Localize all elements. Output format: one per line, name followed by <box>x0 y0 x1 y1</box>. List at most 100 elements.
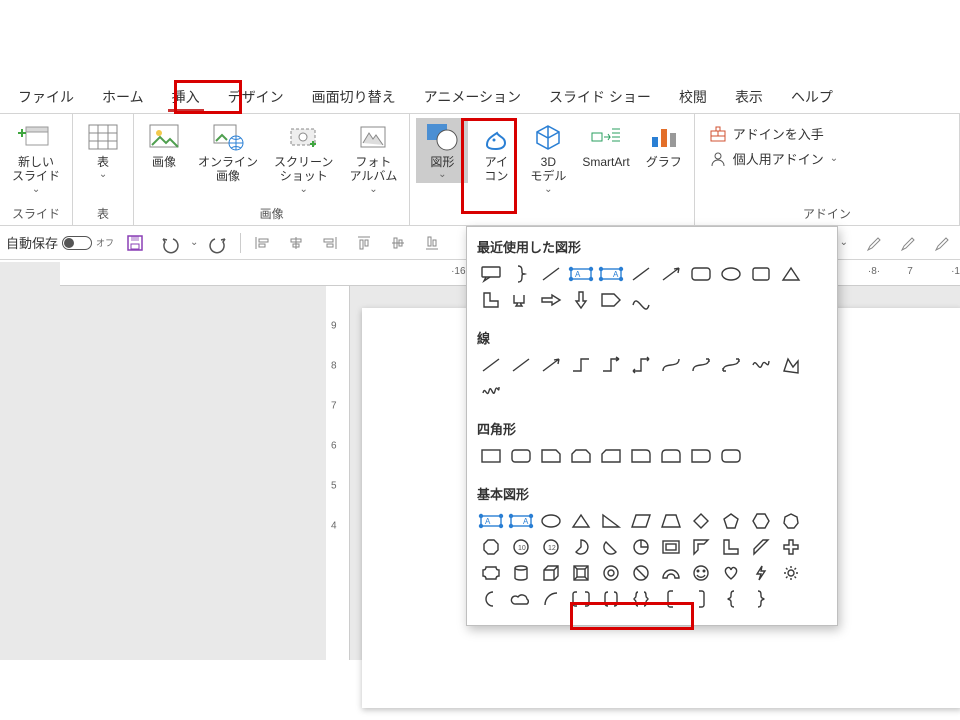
shape-freeform-curve[interactable] <box>747 353 775 377</box>
shape-sun[interactable] <box>777 561 805 585</box>
shape-no-symbol[interactable] <box>627 561 655 585</box>
shape-left-bracket[interactable] <box>657 587 685 611</box>
shape-left-brace[interactable] <box>717 587 745 611</box>
shape-plaque[interactable] <box>477 561 505 585</box>
shape-elbow[interactable] <box>567 353 595 377</box>
shape-chord[interactable] <box>597 535 625 559</box>
table-button[interactable]: 表 ⌄ <box>79 118 127 183</box>
shape-right-brace[interactable] <box>507 262 535 286</box>
shape-oval2[interactable] <box>537 509 565 533</box>
online-pictures-button[interactable]: オンライン 画像 <box>192 118 264 186</box>
shape-line-a[interactable] <box>477 353 505 377</box>
shape-rect7[interactable] <box>657 444 685 468</box>
shape-bevel[interactable] <box>567 561 595 585</box>
shape-textbox-h[interactable]: A <box>567 262 595 286</box>
shape-heptagon[interactable] <box>777 509 805 533</box>
shape-dodecagon[interactable]: 12 <box>537 535 565 559</box>
shape-callout[interactable] <box>477 262 505 286</box>
shape-moon[interactable] <box>477 587 505 611</box>
shape-line-arrow[interactable] <box>537 353 565 377</box>
align-left-button[interactable] <box>249 230 275 256</box>
shape-rect-small[interactable] <box>747 262 775 286</box>
shape-oval[interactable] <box>717 262 745 286</box>
shape-textbox-v2[interactable]: A <box>507 509 535 533</box>
shape-rect5[interactable] <box>597 444 625 468</box>
screenshot-button[interactable]: スクリーン ショット ⌄ <box>268 118 339 198</box>
tab-slideshow[interactable]: スライド ショー <box>535 81 665 113</box>
tab-file[interactable]: ファイル <box>4 81 88 113</box>
icons-button[interactable]: アイ コン <box>472 118 520 186</box>
shape-rect8[interactable] <box>687 444 715 468</box>
align-center-h-button[interactable] <box>283 230 309 256</box>
qat-overflow-icon[interactable]: ⌄ <box>840 237 848 248</box>
align-middle-v-button[interactable] <box>385 230 411 256</box>
shape-rect2[interactable] <box>507 444 535 468</box>
shape-rounded-rect[interactable] <box>687 262 715 286</box>
shape-can[interactable] <box>507 561 535 585</box>
chart-button[interactable]: グラフ <box>640 118 688 171</box>
shape-half-frame[interactable] <box>687 535 715 559</box>
shape-trapezoid[interactable] <box>657 509 685 533</box>
shape-right-bracket[interactable] <box>687 587 715 611</box>
redo-button[interactable] <box>206 230 232 256</box>
shape-pentagon[interactable] <box>717 509 745 533</box>
shape-double-brace[interactable] <box>627 587 655 611</box>
shape-rect9[interactable] <box>717 444 745 468</box>
tab-help[interactable]: ヘルプ <box>777 81 847 113</box>
shape-lightning[interactable] <box>747 561 775 585</box>
shape-frame[interactable] <box>657 535 685 559</box>
shape-donut[interactable] <box>597 561 625 585</box>
shape-block-arc[interactable] <box>657 561 685 585</box>
shapes-button[interactable]: 図形 ⌄ <box>416 118 468 183</box>
new-slide-button[interactable]: 新しい スライド ⌄ <box>6 118 66 198</box>
shape-triangle2[interactable] <box>567 509 595 533</box>
pictures-button[interactable]: 画像 <box>140 118 188 171</box>
shape-rect4[interactable] <box>567 444 595 468</box>
smartart-button[interactable]: SmartArt <box>576 118 635 171</box>
shape-curve-double[interactable] <box>717 353 745 377</box>
tab-view[interactable]: 表示 <box>721 81 777 113</box>
undo-dropdown-icon[interactable]: ⌄ <box>190 237 198 248</box>
shape-cloud[interactable] <box>507 587 535 611</box>
photo-album-button[interactable]: フォト アルバム ⌄ <box>343 118 403 198</box>
shape-rect1[interactable] <box>477 444 505 468</box>
shape-right-arrow[interactable] <box>537 288 565 312</box>
get-addins-button[interactable]: アドインを入手 <box>709 124 838 143</box>
shape-pie[interactable] <box>567 535 595 559</box>
my-addins-button[interactable]: 個人用アドイン ⌄ <box>709 149 838 168</box>
shape-diag-stripe[interactable] <box>747 535 775 559</box>
shape-parallelogram[interactable] <box>627 509 655 533</box>
tab-review[interactable]: 校閲 <box>665 81 721 113</box>
eyedropper-line-button[interactable] <box>894 230 920 256</box>
shape-right-brace2[interactable] <box>747 587 775 611</box>
undo-button[interactable] <box>156 230 182 256</box>
shape-decagon[interactable]: 10 <box>507 535 535 559</box>
shape-l-shape[interactable] <box>477 288 505 312</box>
shape-textbox-v[interactable]: A <box>597 262 625 286</box>
shape-rect6[interactable] <box>627 444 655 468</box>
shape-teardrop[interactable] <box>627 535 655 559</box>
shape-octagon[interactable] <box>477 535 505 559</box>
tab-animations[interactable]: アニメーション <box>410 81 535 113</box>
shape-line2[interactable] <box>627 262 655 286</box>
align-top-button[interactable] <box>351 230 377 256</box>
shape-double-bracket-a[interactable] <box>567 587 595 611</box>
shape-diamond[interactable] <box>687 509 715 533</box>
shape-l-shape2[interactable] <box>717 535 745 559</box>
tab-transitions[interactable]: 画面切り替え <box>298 81 410 113</box>
tab-home[interactable]: ホーム <box>88 81 158 113</box>
shape-double-bracket-b[interactable] <box>597 587 625 611</box>
shape-elbow-arrow[interactable] <box>597 353 625 377</box>
shape-triangle[interactable] <box>777 262 805 286</box>
shape-rect3[interactable] <box>537 444 565 468</box>
shape-pentagon-arrow[interactable] <box>597 288 625 312</box>
tab-insert[interactable]: 挿入 <box>158 81 214 113</box>
align-bottom-button[interactable] <box>419 230 445 256</box>
shape-cube[interactable] <box>537 561 565 585</box>
shape-heart[interactable] <box>717 561 745 585</box>
shape-arc[interactable] <box>537 587 565 611</box>
shape-textbox-h2[interactable]: A <box>477 509 505 533</box>
align-right-button[interactable] <box>317 230 343 256</box>
shape-freeform-poly[interactable] <box>777 353 805 377</box>
shape-smiley[interactable] <box>687 561 715 585</box>
